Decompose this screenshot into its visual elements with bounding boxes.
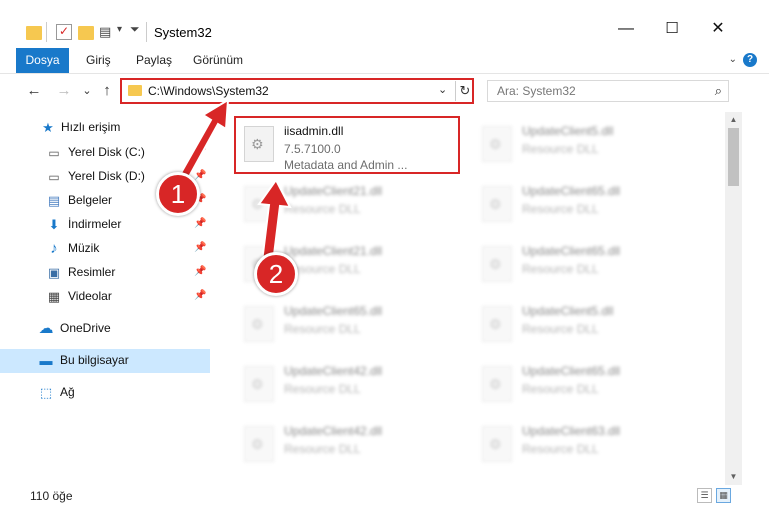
arrow-to-file <box>257 178 292 265</box>
step-badge-1: 1 <box>156 172 200 216</box>
annotation-arrows <box>175 98 292 265</box>
arrow-to-address-bar <box>175 98 230 186</box>
step-badge-2: 2 <box>254 252 298 296</box>
